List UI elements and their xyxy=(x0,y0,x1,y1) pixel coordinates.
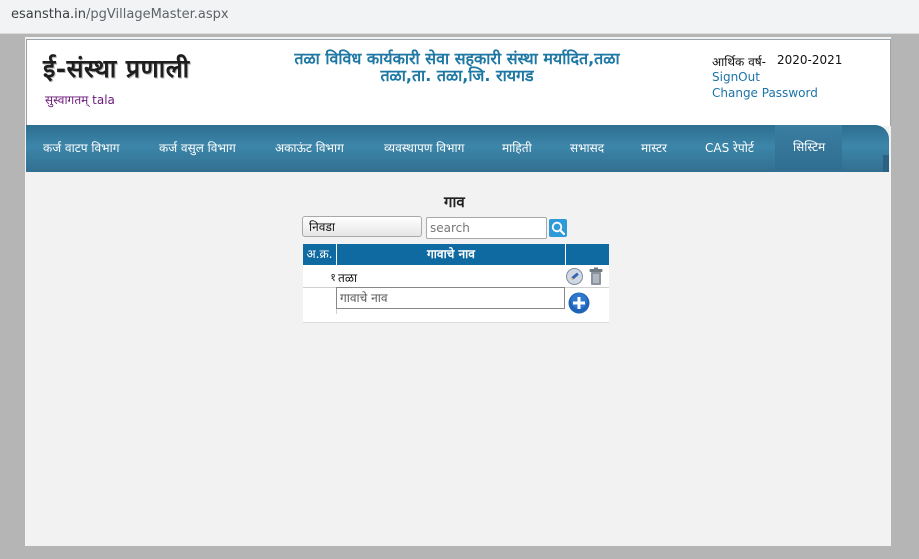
site-header: ई-संस्था प्रणाली सुस्वागतम् tala तळा विव… xyxy=(26,39,891,126)
edit-button[interactable] xyxy=(566,268,583,285)
organization-name-line2: तळा,ता. तळा,जि. रायगड xyxy=(380,66,534,85)
menu-bar-edge xyxy=(883,155,889,172)
row-village-name: तळा xyxy=(338,271,358,285)
main-menu-bar: कर्ज वाटप विभाग कर्ज वसुल विभाग अकाऊंट व… xyxy=(26,125,889,172)
column-header-serial: अ.क्र. xyxy=(303,244,337,265)
menu-members[interactable]: सभासद xyxy=(570,139,604,156)
menu-management[interactable]: व्यवस्थापण विभाग xyxy=(384,139,464,156)
search-button[interactable] xyxy=(549,219,567,237)
menu-information[interactable]: माहिती xyxy=(502,139,532,156)
page-container: ई-संस्था प्रणाली सुस्वागतम् tala तळा विव… xyxy=(25,37,891,546)
edit-icon xyxy=(566,268,583,285)
organization-name-line1: तळा विविध कार्यकारी सेवा सहकारी संस्था म… xyxy=(294,49,620,68)
table-bottom-border xyxy=(303,322,609,323)
delete-button[interactable] xyxy=(588,267,604,286)
financial-year-label: आर्थिक वर्ष- xyxy=(712,55,767,69)
welcome-text: सुस्वागतम् tala xyxy=(45,93,115,107)
new-village-name-input[interactable] xyxy=(336,287,565,309)
village-table: अ.क्र. गावाचे नाव १ तळा xyxy=(303,244,609,323)
column-header-village-name: गावाचे नाव xyxy=(337,244,566,265)
menu-accounts[interactable]: अकाऊंट विभाग xyxy=(275,139,344,156)
menu-cas-report[interactable]: CAS रेपोर्ट xyxy=(705,139,754,156)
menu-master[interactable]: मास्टर xyxy=(641,139,667,156)
search-icon xyxy=(551,221,566,236)
table-header: अ.क्र. गावाचे नाव xyxy=(303,244,609,265)
app-logo-title: ई-संस्था प्रणाली xyxy=(43,54,190,83)
filter-select[interactable]: निवडा xyxy=(302,216,422,237)
add-village-button[interactable] xyxy=(568,292,590,314)
browser-address-bar[interactable]: esanstha.in/pgVillageMaster.aspx xyxy=(0,0,919,34)
url-path: /pgVillageMaster.aspx xyxy=(86,7,229,22)
trash-icon xyxy=(589,267,603,285)
financial-year-value: 2020-2021 xyxy=(777,53,843,67)
menu-loan-recovery[interactable]: कर्ज वसुल विभाग xyxy=(159,139,236,156)
url-text[interactable]: esanstha.in/pgVillageMaster.aspx xyxy=(11,7,229,22)
row-serial-number: १ xyxy=(330,271,336,284)
menu-system[interactable]: सिस्टिम xyxy=(775,125,843,170)
page-title: गाव xyxy=(444,193,465,211)
plus-circle-icon xyxy=(568,292,590,314)
url-host: esanstha.in xyxy=(11,7,87,22)
menu-loan-disbursement[interactable]: कर्ज वाटप विभाग xyxy=(43,139,119,156)
change-password-link[interactable]: Change Password xyxy=(712,86,818,100)
search-input[interactable] xyxy=(426,217,547,239)
organization-name: तळा विविध कार्यकारी सेवा सहकारी संस्था म… xyxy=(257,50,657,84)
signout-link[interactable]: SignOut xyxy=(712,70,760,84)
